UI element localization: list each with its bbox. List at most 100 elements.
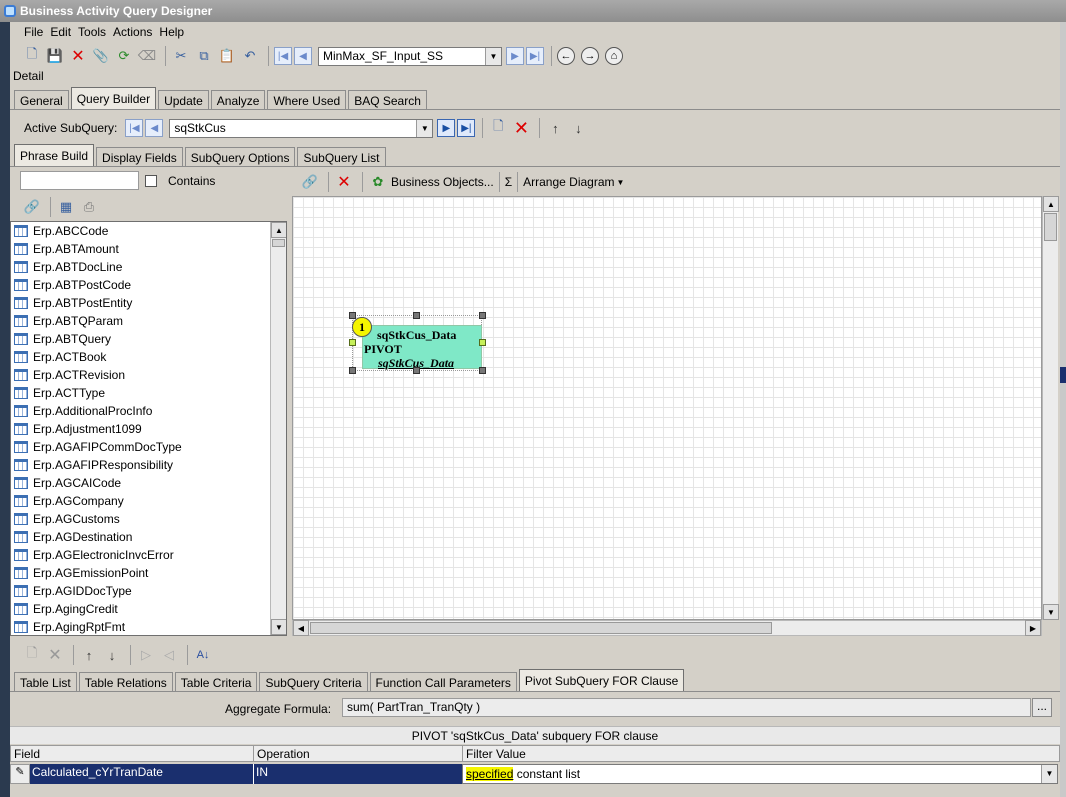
diagram-hscroll[interactable]: ◀ ▶ xyxy=(292,620,1042,636)
contains-checkbox[interactable] xyxy=(145,175,157,187)
attach-icon[interactable]: 📎 xyxy=(91,46,111,66)
save-icon[interactable]: 💾 xyxy=(45,46,65,66)
list-item[interactable]: Erp.ABTAmount xyxy=(11,240,286,258)
first-record-icon[interactable]: |◀ xyxy=(274,47,292,65)
chevron-down-icon[interactable]: ▼ xyxy=(485,47,501,65)
scroll-thumb[interactable] xyxy=(1044,213,1057,241)
undo-icon[interactable]: ↶ xyxy=(240,46,260,66)
tab-pivot-subquery-for-clause[interactable]: Pivot SubQuery FOR Clause xyxy=(518,669,685,692)
connection-handle[interactable] xyxy=(349,339,356,346)
tab-table-relations[interactable]: Table Relations xyxy=(78,672,173,692)
prev-record-icon[interactable]: ◀ xyxy=(294,47,312,65)
cell-field[interactable]: Calculated_cYrTranDate xyxy=(30,764,254,784)
last-subquery-icon[interactable]: ▶| xyxy=(457,119,476,137)
column-header-field[interactable]: Field xyxy=(10,745,254,762)
scroll-up-icon[interactable]: ▲ xyxy=(271,222,286,238)
list-item[interactable]: Erp.AdditionalProcInfo xyxy=(11,402,286,420)
table-search-input[interactable] xyxy=(20,171,139,190)
list-item[interactable]: Erp.ABTPostEntity xyxy=(11,294,286,312)
list-item[interactable]: Erp.AGAFIPCommDocType xyxy=(11,438,286,456)
menu-tools[interactable]: Tools xyxy=(78,25,106,39)
scroll-right-icon[interactable]: ▶ xyxy=(1025,620,1041,636)
table-row[interactable]: ✎ Calculated_cYrTranDate IN specified co… xyxy=(10,764,1060,784)
tab-table-list[interactable]: Table List xyxy=(14,672,77,692)
tab-query-builder[interactable]: Query Builder xyxy=(70,87,157,110)
menu-help[interactable]: Help xyxy=(159,25,184,39)
next-subquery-icon[interactable]: ▶ xyxy=(437,119,456,137)
delete-row-icon[interactable]: ✕ xyxy=(45,645,65,665)
list-item[interactable]: Erp.AGCustoms xyxy=(11,510,286,528)
list-item[interactable]: Erp.ABTQuery xyxy=(11,330,286,348)
tab-subquery-options[interactable]: SubQuery Options xyxy=(184,147,296,167)
delete-relation-icon[interactable]: ✕ xyxy=(334,172,354,192)
resize-handle[interactable] xyxy=(349,367,356,374)
prev-subquery-icon[interactable]: ◀ xyxy=(145,119,164,137)
print-icon[interactable]: ⎙ xyxy=(79,197,99,217)
scroll-up-icon[interactable]: ▲ xyxy=(1043,196,1059,212)
play-icon[interactable]: ▷ xyxy=(136,645,156,665)
resize-handle[interactable] xyxy=(479,312,486,319)
list-item[interactable]: Erp.ABCCode xyxy=(11,222,286,240)
scroll-thumb[interactable] xyxy=(272,239,285,247)
link-icon[interactable]: 🔗 xyxy=(22,197,42,217)
list-item[interactable]: Erp.AGCompany xyxy=(11,492,286,510)
back-icon[interactable]: ← xyxy=(557,47,575,65)
move-down-icon[interactable]: ↓ xyxy=(568,118,588,138)
tab-phrase-build[interactable]: Phrase Build xyxy=(14,144,95,167)
menu-file[interactable]: File xyxy=(24,25,43,39)
aggregate-formula-button[interactable]: ... xyxy=(1032,698,1052,717)
forward-icon[interactable]: → xyxy=(581,47,599,65)
tab-analyze[interactable]: Analyze xyxy=(210,90,266,110)
diagram-canvas[interactable] xyxy=(292,196,1042,620)
scroll-down-icon[interactable]: ▼ xyxy=(271,619,286,635)
tab-where-used[interactable]: Where Used xyxy=(267,90,347,110)
subquery-select[interactable]: sqStkCus ▼ xyxy=(169,118,434,138)
list-item[interactable]: Erp.ACTRevision xyxy=(11,366,286,384)
cut-icon[interactable]: ✂ xyxy=(171,46,191,66)
tab-table-criteria[interactable]: Table Criteria xyxy=(174,672,258,692)
move-down-icon[interactable]: ↓ xyxy=(102,645,122,665)
column-header-operation[interactable]: Operation xyxy=(253,745,463,762)
query-select[interactable]: MinMax_SF_Input_SS ▼ xyxy=(318,46,502,66)
list-item[interactable]: Erp.ABTPostCode xyxy=(11,276,286,294)
first-subquery-icon[interactable]: |◀ xyxy=(125,119,144,137)
connection-handle[interactable] xyxy=(479,339,486,346)
next-record-icon[interactable]: ▶ xyxy=(506,47,524,65)
link-icon[interactable]: 🔗 xyxy=(300,172,320,192)
menu-actions[interactable]: Actions xyxy=(113,25,152,39)
tab-general[interactable]: General xyxy=(14,90,69,110)
list-item[interactable]: Erp.AGElectronicInvcError xyxy=(11,546,286,564)
tab-baq-search[interactable]: BAQ Search xyxy=(348,90,427,110)
copy-icon[interactable]: ⧉ xyxy=(194,46,214,66)
chevron-down-icon[interactable]: ▼ xyxy=(617,178,625,187)
table-list-scrollbar[interactable]: ▲ ▼ xyxy=(270,222,286,635)
tab-subquery-list[interactable]: SubQuery List xyxy=(297,147,386,167)
resize-handle[interactable] xyxy=(479,367,486,374)
sigma-button[interactable]: Σ xyxy=(505,175,512,189)
list-item[interactable]: Erp.ABTQParam xyxy=(11,312,286,330)
paste-icon[interactable]: 📋 xyxy=(217,46,237,66)
step-back-icon[interactable]: ◁ xyxy=(159,645,179,665)
list-item[interactable]: Erp.ACTBook xyxy=(11,348,286,366)
sort-az-icon[interactable]: A↓ xyxy=(193,645,213,665)
delete-subquery-icon[interactable]: ✕ xyxy=(511,118,531,138)
business-objects-button[interactable]: Business Objects... xyxy=(391,175,494,189)
list-item[interactable]: Erp.AGIDDocType xyxy=(11,582,286,600)
tab-subquery-criteria[interactable]: SubQuery Criteria xyxy=(259,672,368,692)
list-item[interactable]: Erp.Adjustment1099 xyxy=(11,420,286,438)
move-up-icon[interactable]: ↑ xyxy=(79,645,99,665)
chevron-down-icon[interactable]: ▼ xyxy=(1041,765,1057,783)
tab-function-call-parameters[interactable]: Function Call Parameters xyxy=(369,672,517,692)
column-header-filter-value[interactable]: Filter Value xyxy=(462,745,1060,762)
list-item[interactable]: Erp.AgingRptFmt xyxy=(11,618,286,635)
resize-handle[interactable] xyxy=(413,367,420,374)
home-icon[interactable]: ⌂ xyxy=(605,47,623,65)
cell-operation[interactable]: IN xyxy=(253,764,463,784)
tab-update[interactable]: Update xyxy=(158,90,209,110)
list-item[interactable]: Erp.ACTType xyxy=(11,384,286,402)
diagram-vscroll[interactable]: ▲ ▼ xyxy=(1042,196,1059,620)
list-item[interactable]: Erp.ABTDocLine xyxy=(11,258,286,276)
list-item[interactable]: Erp.AGDestination xyxy=(11,528,286,546)
subquery-node[interactable]: sqStkCus_Data PIVOT sqStkCus_Data xyxy=(362,325,482,370)
new-icon[interactable]: 🗋 xyxy=(22,46,42,66)
